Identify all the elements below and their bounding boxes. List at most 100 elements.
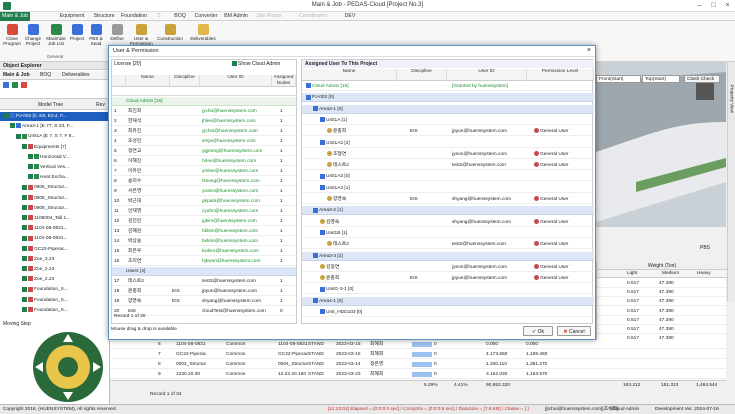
tree-node[interactable]: Vertical Ves...	[0, 163, 110, 172]
user-row[interactable]: 8 송지수 tssong@huenssystem.com 1	[112, 177, 296, 186]
assigned-row[interactable]: 윤충희 EIS jpyun@huenssystem.com General User	[302, 127, 594, 137]
assigned-row[interactable]: PJ-003 [0]	[302, 93, 594, 103]
grid-row[interactable]: 9 1230.20.30 Common 12.23.20.160 STAND 2023-0…	[110, 370, 726, 379]
maximize-job-list-button[interactable]: Maximize Job List	[45, 24, 67, 46]
group-users[interactable]: Users [4]	[112, 267, 296, 276]
property-view-panel[interactable]: Property View	[727, 62, 735, 302]
toolbar-icon[interactable]	[12, 82, 18, 88]
user-row[interactable]: 14 박상용 bskim@huenssystem.com 1	[112, 237, 296, 246]
assigned-row[interactable]: 김영숙 shyang@huenssystem.com General User	[302, 218, 594, 227]
assigned-row[interactable]: Unit_HDD103 [0]	[302, 308, 594, 317]
tree-node[interactable]: Foundation_S...	[0, 285, 110, 294]
tab-bm-admin[interactable]: BM Admin	[223, 12, 249, 21]
explorer-tab-deliverables[interactable]: Deliverables	[62, 72, 90, 78]
tree-checkbox[interactable]	[4, 113, 9, 119]
user-row[interactable]: 4 조성민 smjo@huenssystem.com 1	[112, 137, 296, 146]
tab-coordinates[interactable]: Coordinates Simulator	[288, 12, 338, 28]
filter-row[interactable]	[112, 87, 296, 96]
tree-checkbox[interactable]	[22, 143, 27, 149]
user-row[interactable]: 10 박근대 gkpark@huenssystem.com 1	[112, 197, 296, 206]
construction-button[interactable]: Construction	[155, 24, 185, 41]
user-row[interactable]: 13 김혜원 hkkim@huenssystem.com 1	[112, 227, 296, 236]
assigned-row[interactable]: 김정연 jyeon@huenssystem.com General User	[302, 263, 594, 272]
pbs-sead-button[interactable]: PBS & Sead	[85, 24, 107, 46]
grid-row[interactable]: 7 GC22-Piperac Common GC22-Piperac STAND 2023…	[110, 350, 726, 359]
user-row[interactable]: 18 윤충희 EIS jpyun@huenssystem.com 1	[112, 287, 296, 296]
user-row[interactable]: 16 조지연 hjkwon@huenssystem.com 1	[112, 257, 296, 266]
cancel-button[interactable]: ✖ Cancel	[557, 326, 591, 336]
assigned-row[interactable]: 양영숙 EIS shyang@huenssystem.com General User	[302, 195, 594, 204]
toolbar-icon[interactable]	[21, 82, 27, 88]
group-cloud-admin[interactable]: Cloud Admin [16]	[112, 97, 296, 106]
show-cloud-admin-checkbox[interactable]: Show Cloud Admin	[232, 61, 280, 67]
user-row[interactable]: 19 양영숙 EIS shyang@huenssystem.com 1	[112, 297, 296, 306]
tree-checkbox[interactable]	[22, 276, 27, 282]
tree-checkbox[interactable]	[28, 164, 33, 170]
assigned-row[interactable]: Unit1B [1]	[302, 229, 594, 238]
tab-site-points[interactable]: Site Points	[254, 12, 284, 21]
user-row[interactable]: 5 정연교 ygjeong@huenssystem.com 1	[112, 147, 296, 156]
tree-checkbox[interactable]	[22, 194, 27, 200]
assigned-row[interactable]: Area3-2 [1]	[302, 206, 594, 216]
navigation-ring[interactable]	[28, 330, 108, 405]
tree-node[interactable]: Zoe_3.23	[0, 255, 110, 264]
assigned-row[interactable]: UnitG-3-1 [0]	[302, 285, 594, 295]
ok-button[interactable]: ✔ Ok	[523, 326, 553, 336]
tree-checkbox[interactable]	[22, 307, 27, 313]
user-row[interactable]: 9 서은영 yuseo@huenssystem.com 1	[112, 187, 296, 196]
user-row[interactable]: 1 최진희 jycho@huenssystem.com 1	[112, 107, 296, 116]
maximize-icon[interactable]: □	[707, 1, 720, 11]
tab-structure[interactable]: Structure	[91, 12, 117, 21]
tree-checkbox[interactable]	[28, 154, 33, 160]
tree-checkbox[interactable]	[16, 133, 21, 139]
grid-row[interactable]: 8 0004_Structur Common 0004_Structur STAND 20…	[110, 360, 726, 369]
tree-node[interactable]: GC22-Piperac...	[0, 245, 110, 254]
user-row[interactable]: 7 이유민 ymlee@huenssystem.com 1	[112, 167, 296, 176]
assigned-row[interactable]: 조형연 jyeon@huenssystem.com General User	[302, 150, 594, 159]
tree-checkbox[interactable]	[22, 235, 27, 241]
tab-foundation[interactable]: Foundation	[120, 12, 148, 21]
tree-node[interactable]: Heat Excha...	[0, 173, 110, 182]
deliverables-button[interactable]: Deliverables	[189, 24, 217, 41]
explorer-tab-boq[interactable]: BOQ	[40, 72, 51, 78]
tab-s[interactable]: S	[152, 12, 166, 21]
assigned-row[interactable]: 테스트2 test2@huenssystem.com General User	[302, 161, 594, 171]
dialog-close-icon[interactable]: ×	[587, 47, 591, 54]
tree-node[interactable]: 0908_Structur...	[0, 204, 110, 213]
tree-checkbox[interactable]	[28, 174, 33, 180]
toolbar-icon[interactable]	[3, 82, 9, 88]
tree-node[interactable]: Zoe_2.23	[0, 275, 110, 284]
tree-node[interactable]: PJ-003 [0, E8, E3.4, F...	[0, 112, 110, 121]
tree-checkbox[interactable]	[22, 256, 27, 262]
assigned-row[interactable]: Cloud Admin [16] [Granted by huenssystem]	[302, 82, 594, 91]
front-view-select[interactable]: Front(Start)	[596, 75, 641, 83]
close-program-button[interactable]: Close Program	[1, 24, 23, 46]
tree-node[interactable]: 1105004_Tall 1...	[0, 214, 110, 223]
tree-node[interactable]: Area3-1 [E 77, S 33, F...	[0, 122, 110, 131]
tree-node[interactable]: Equipments [7]	[0, 143, 110, 152]
top-view-select[interactable]: Top(Start)	[642, 75, 680, 83]
user-row[interactable]: 17 테스트2 test2@huenssystem.com 1	[112, 277, 296, 286]
user-row[interactable]: 3 최유진 yjchoi@huenssystem.com 1	[112, 127, 296, 136]
clash-check-button[interactable]: Clash Check	[684, 75, 720, 83]
tree-node[interactable]: 0908_Structur...	[0, 194, 110, 203]
user-row[interactable]: 11 안재영 cyahn@huenssystem.com 1	[112, 207, 296, 216]
assigned-row[interactable]: Unit1A [1]	[302, 116, 594, 125]
tree-node[interactable]: 1104-08-0831...	[0, 234, 110, 243]
user-permission-button[interactable]: User & Permission	[130, 24, 153, 46]
minimize-icon[interactable]: –	[693, 1, 706, 11]
user-row[interactable]: 15 최은우 kwkim@huenssystem.com 1	[112, 247, 296, 256]
assigned-row[interactable]: 윤충희 EIS jpyun@huenssystem.com General User	[302, 274, 594, 284]
assigned-row[interactable]: Area3-3 [2]	[302, 251, 594, 261]
tab-main-job[interactable]: Main & Job	[0, 12, 30, 21]
user-row[interactable]: 6 이혜진 hrlee@huenssystem.com 1	[112, 157, 296, 166]
tab-equipment[interactable]: Equipment	[58, 12, 86, 21]
assigned-row[interactable]: 테스트2 test2@huenssystem.com General User	[302, 240, 594, 250]
tree-checkbox[interactable]	[22, 296, 27, 302]
tree-node[interactable]: Horizontal V...	[0, 153, 110, 162]
assigned-row[interactable]: Area4-1 [0]	[302, 296, 594, 306]
user-row[interactable]: 2 한재석 jhlee@huenssystem.com 1	[112, 117, 296, 126]
close-icon[interactable]: ×	[721, 1, 734, 11]
define-button[interactable]: Define	[106, 24, 128, 41]
tree-checkbox[interactable]	[10, 123, 15, 129]
